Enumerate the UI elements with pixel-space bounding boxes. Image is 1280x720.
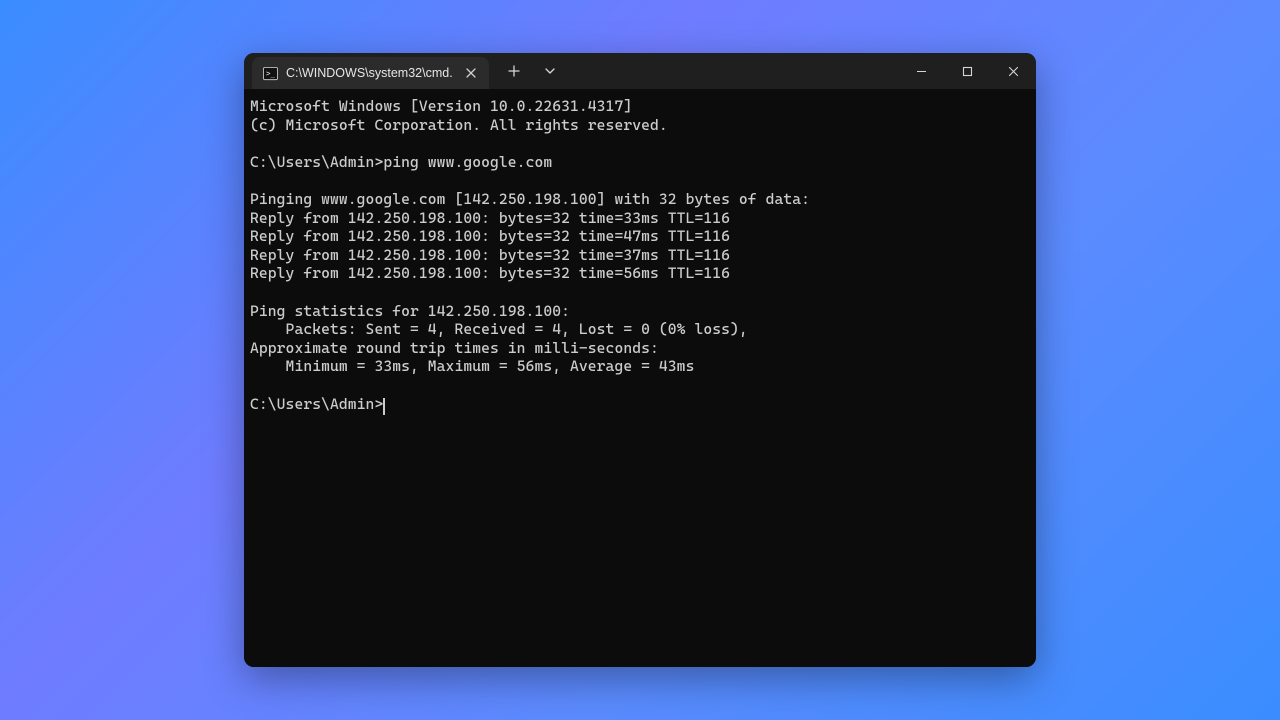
titlebar[interactable]: >_ C:\WINDOWS\system32\cmd. [244,53,1036,89]
prompt: C:\Users\Admin> [250,395,383,413]
cmd-icon: >_ [262,65,278,81]
output-line: Reply from 142.250.198.100: bytes=32 tim… [250,209,730,227]
maximize-button[interactable] [944,53,990,89]
window-controls [898,53,1036,89]
command-text: ping www.google.com [383,153,552,171]
output-line: Ping statistics for 142.250.198.100: [250,302,570,320]
output-line: Pinging www.google.com [142.250.198.100]… [250,190,810,208]
cursor [383,398,385,415]
tab-close-button[interactable] [461,63,481,83]
banner-line: Microsoft Windows [Version 10.0.22631.43… [250,97,632,115]
tab-dropdown-button[interactable] [533,53,567,89]
close-button[interactable] [990,53,1036,89]
minimize-button[interactable] [898,53,944,89]
new-tab-button[interactable] [497,53,531,89]
output-line: Reply from 142.250.198.100: bytes=32 tim… [250,246,730,264]
output-line: Packets: Sent = 4, Received = 4, Lost = … [250,320,748,338]
output-line: Minimum = 33ms, Maximum = 56ms, Average … [250,357,694,375]
tab-title: C:\WINDOWS\system32\cmd. [286,66,453,80]
terminal-window: >_ C:\WINDOWS\system32\cmd. [244,53,1036,667]
output-line: Reply from 142.250.198.100: bytes=32 tim… [250,264,730,282]
terminal-output[interactable]: Microsoft Windows [Version 10.0.22631.43… [244,89,1036,667]
output-line: Approximate round trip times in milli-se… [250,339,659,357]
banner-line: (c) Microsoft Corporation. All rights re… [250,116,668,134]
tabbar-actions [489,53,567,89]
svg-text:>_: >_ [266,68,276,77]
titlebar-drag-region[interactable] [567,53,898,89]
tab-cmd[interactable]: >_ C:\WINDOWS\system32\cmd. [252,57,489,89]
output-line: Reply from 142.250.198.100: bytes=32 tim… [250,227,730,245]
prompt: C:\Users\Admin> [250,153,383,171]
